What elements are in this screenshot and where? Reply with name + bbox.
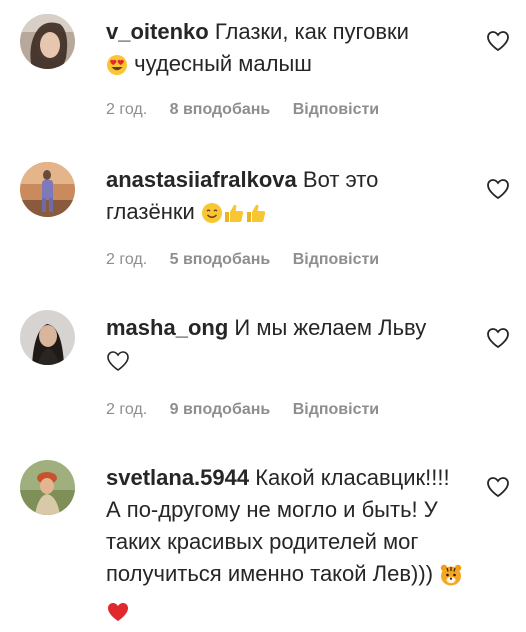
heart-outline-icon[interactable] [486,476,510,498]
comment-likes-count[interactable]: 9 вподобань [170,401,271,419]
heart-outline-icon[interactable] [486,327,510,349]
red-heart-emoji [106,600,130,632]
avatar[interactable] [20,310,75,365]
comment-text-continued: чудесный малыш [134,51,312,76]
comment-likes-count[interactable]: 8 вподобань [170,101,271,119]
reply-button[interactable]: Відповісти [293,251,379,269]
avatar[interactable] [20,14,75,69]
avatar[interactable] [20,162,75,217]
comment-meta: 2 год. 9 вподобань Відповісти [106,401,379,419]
comment-time: 2 год. [106,101,148,118]
comment-username[interactable]: masha_ong [106,315,228,340]
comment-text: Глазки, как пуговки [214,19,409,44]
thumbs-up-emoji [223,201,245,233]
thumbs-up-emoji [245,201,267,233]
comment-username[interactable]: v_oitenko [106,19,209,44]
comment-body: v_oitenko Глазки, как пуговки чудесный м… [106,16,466,85]
heart-eyes-emoji [106,53,128,85]
comment-body: svetlana.5944 Какой класавцик!!!! А по-д… [106,462,466,632]
reply-button[interactable]: Відповісти [293,101,379,119]
comment-likes-count[interactable]: 5 вподобань [170,251,271,269]
comment-time: 2 год. [106,251,148,268]
comment-username[interactable]: anastasiiafralkova [106,167,297,192]
avatar[interactable] [20,460,75,515]
comment-meta: 2 год. 5 вподобань Відповісти [106,251,379,269]
smiling-face-emoji [201,201,223,233]
heart-outline-icon[interactable] [486,178,510,200]
comment-body: masha_ong И мы желаем Льву [106,312,466,381]
reply-button[interactable]: Відповісти [293,401,379,419]
comment-username[interactable]: svetlana.5944 [106,465,249,490]
comment-body: anastasiiafralkova Вот это глазёнки [106,164,466,233]
white-heart-emoji [106,349,130,381]
comment-time: 2 год. [106,401,148,418]
comment-text: И мы желаем Льву [234,315,427,340]
heart-outline-icon[interactable] [486,30,510,52]
tiger-face-emoji [439,563,463,595]
comment-meta: 2 год. 8 вподобань Відповісти [106,101,379,119]
